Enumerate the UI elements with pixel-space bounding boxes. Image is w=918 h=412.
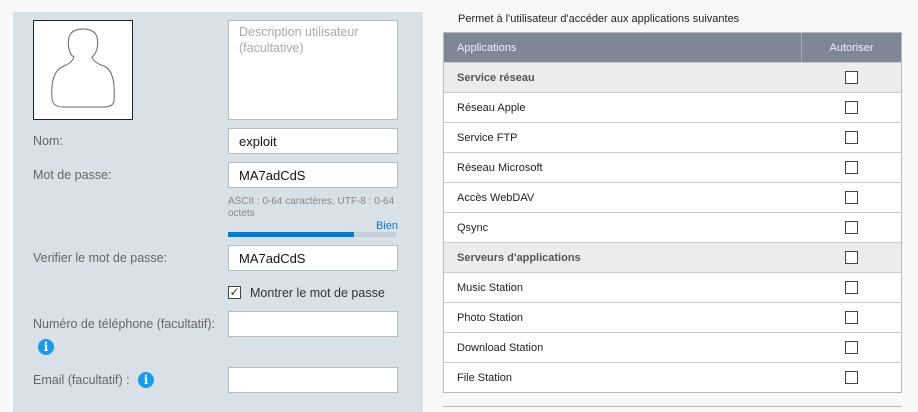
app-name: Serveurs d'applications xyxy=(457,251,581,264)
email-label: Email (facultatif) : xyxy=(33,373,130,387)
allow-cell xyxy=(801,131,901,144)
allow-checkbox[interactable] xyxy=(844,341,858,354)
strength-bar xyxy=(228,232,396,237)
table-row: File Station xyxy=(444,362,901,392)
phone-label: Numéro de téléphone (facultatif): xyxy=(33,317,216,331)
app-name: Réseau Apple xyxy=(457,101,526,114)
group-row: Serveurs d'applications xyxy=(444,242,901,272)
allow-checkbox[interactable] xyxy=(844,191,858,204)
password-label: Mot de passe: xyxy=(33,168,112,182)
table-row: Accès WebDAV xyxy=(444,182,901,212)
table-row: Download Station xyxy=(444,332,901,362)
allow-cell xyxy=(801,221,901,234)
name-input[interactable]: exploit xyxy=(228,128,398,154)
user-silhouette-icon xyxy=(51,28,115,108)
app-name: Qsync xyxy=(457,221,489,234)
apps-title: Permet à l'utilisateur d'accéder aux app… xyxy=(458,13,740,25)
allow-checkbox[interactable] xyxy=(844,71,858,84)
email-input[interactable] xyxy=(228,367,398,393)
allow-checkbox[interactable] xyxy=(844,131,858,144)
apps-table: Applications Autoriser Service réseau Rés… xyxy=(443,32,902,393)
strength-label: Bien xyxy=(375,220,398,232)
allow-checkbox[interactable] xyxy=(844,101,858,114)
app-name: Service réseau xyxy=(457,71,535,84)
group-row: Service réseau xyxy=(444,62,901,92)
app-name: Download Station xyxy=(457,341,544,354)
allow-checkbox[interactable] xyxy=(844,251,858,264)
allow-checkbox[interactable] xyxy=(844,371,858,384)
show-password-label: Montrer le mot de passe xyxy=(250,286,385,300)
allow-checkbox[interactable] xyxy=(844,311,858,324)
app-name: File Station xyxy=(457,371,513,384)
col-applications: Applications xyxy=(457,41,517,54)
allow-checkbox[interactable] xyxy=(844,161,858,174)
allow-cell xyxy=(801,341,901,354)
allow-cell xyxy=(801,281,901,294)
phone-info-icon[interactable]: i xyxy=(38,339,54,355)
divider xyxy=(443,406,902,407)
password-hint: ASCII : 0-64 caractères, UTF-8 : 0-64 oc… xyxy=(228,196,395,219)
verify-label: Verifier le mot de passe: xyxy=(33,251,168,265)
app-name: Photo Station xyxy=(457,311,524,324)
allow-checkbox[interactable] xyxy=(844,221,858,234)
name-label: Nom: xyxy=(33,134,63,148)
allow-cell xyxy=(801,251,901,264)
email-info-icon[interactable]: i xyxy=(138,372,154,388)
allow-cell xyxy=(801,191,901,204)
table-row: Réseau Apple xyxy=(444,92,901,122)
col-allow: Autoriser xyxy=(801,33,901,62)
table-row: Qsync xyxy=(444,212,901,242)
app-name: Music Station xyxy=(457,281,524,294)
table-row: Service FTP xyxy=(444,122,901,152)
table-header: Applications Autoriser xyxy=(444,33,901,62)
allow-cell xyxy=(801,311,901,324)
password-input[interactable]: MA7adCdS xyxy=(228,162,398,188)
table-row: Réseau Microsoft xyxy=(444,152,901,182)
phone-input[interactable] xyxy=(228,311,398,337)
verify-input[interactable]: MA7adCdS xyxy=(228,245,398,271)
allow-cell xyxy=(801,101,901,114)
table-row: Photo Station xyxy=(444,302,901,332)
app-name: Service FTP xyxy=(457,131,518,144)
description-textarea[interactable]: Description utilisateur (facultative) xyxy=(228,20,398,120)
table-row: Music Station xyxy=(444,272,901,302)
avatar[interactable] xyxy=(33,20,133,120)
show-password-checkbox[interactable]: ✓ xyxy=(228,286,241,299)
allow-cell xyxy=(801,371,901,384)
strength-fill xyxy=(228,232,354,237)
allow-cell xyxy=(801,71,901,84)
allow-checkbox[interactable] xyxy=(844,281,858,294)
allow-cell xyxy=(801,161,901,174)
app-name: Réseau Microsoft xyxy=(457,161,543,174)
app-name: Accès WebDAV xyxy=(457,191,535,204)
